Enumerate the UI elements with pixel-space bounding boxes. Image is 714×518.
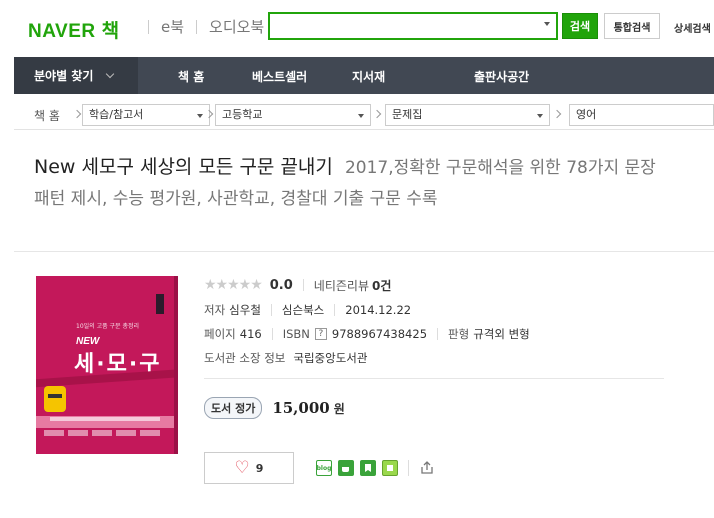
- category-bar: 분야별 찾기 책 홈 베스트셀러 지서재 출판사공간: [14, 57, 714, 94]
- price-value: 15,000: [272, 399, 330, 417]
- breadcrumb-select-type[interactable]: 문제집: [385, 104, 550, 126]
- top-nav: e북 오디오북: [136, 16, 264, 37]
- chevron-right-icon: [72, 109, 82, 119]
- price-unit: 원: [333, 401, 345, 416]
- rating-score: 0.0: [269, 277, 293, 293]
- breadcrumb-select-subject[interactable]: 영어: [569, 104, 714, 126]
- share-bar: blog: [316, 460, 435, 476]
- publish-date: 2014.12.22: [345, 303, 412, 317]
- price-label-badge: 도서 정가: [204, 397, 263, 419]
- heart-icon: ♡: [234, 458, 250, 478]
- library-label: 도서관 소장 정보: [204, 351, 286, 365]
- cover-icons: [44, 430, 168, 438]
- logo-naver-text[interactable]: NAVER: [28, 21, 96, 43]
- publisher-link[interactable]: 심슨북스: [282, 302, 324, 318]
- book-title: New 세모구 세상의 모든 구문 끝내기 2017,정확한 구문해석을 위한 …: [34, 152, 674, 214]
- library-link[interactable]: 국립중앙도서관: [293, 350, 367, 366]
- review-label[interactable]: 네티즌리뷰: [314, 277, 369, 294]
- blog-share-icon[interactable]: blog: [316, 460, 332, 476]
- detail-search-link[interactable]: 상세검색: [674, 20, 711, 35]
- chevron-down-icon[interactable]: [544, 22, 550, 26]
- nav-audiobook[interactable]: 오디오북: [209, 16, 264, 37]
- breadcrumb-select-label: 학습/참고서: [89, 108, 144, 121]
- like-count: 9: [255, 461, 264, 475]
- chevron-right-icon: [372, 109, 382, 119]
- tab-publisher[interactable]: 출판사공간: [474, 68, 529, 85]
- chevron-right-icon: [552, 109, 562, 119]
- bookmark-share-icon[interactable]: [360, 460, 376, 476]
- tab-library[interactable]: 지서재: [352, 68, 385, 85]
- rating-row: ★★★★★ 0.0 네티즌리뷰 0건: [204, 276, 664, 294]
- memo-share-icon[interactable]: [382, 460, 398, 476]
- pages-label: 페이지: [204, 327, 236, 341]
- naver-book-logo[interactable]: NAVER 책: [28, 16, 119, 43]
- header: NAVER 책 e북 오디오북 검색 통합검색 상세검색: [0, 0, 714, 56]
- cover-character-icon: [44, 386, 66, 412]
- help-icon[interactable]: ?: [314, 328, 327, 340]
- star-rating-icon: ★★★★★: [204, 277, 263, 293]
- tab-book-home[interactable]: 책 홈: [178, 68, 204, 85]
- author-link[interactable]: 심우철: [229, 302, 261, 318]
- divider: [302, 279, 304, 291]
- meta-row: 페이지 416 ISBN ? 9788967438425 판형 규격외 변형: [204, 326, 664, 342]
- section-divider: [14, 251, 714, 252]
- logo-book-text[interactable]: 책: [102, 16, 119, 43]
- review-count[interactable]: 0건: [372, 277, 391, 294]
- isbn-label: ISBN: [282, 327, 310, 341]
- category-finder-button[interactable]: 분야별 찾기: [14, 57, 138, 94]
- author-label: 저자: [204, 303, 226, 317]
- divider: [408, 460, 409, 476]
- search-button[interactable]: 검색: [562, 13, 598, 39]
- chevron-down-icon: [106, 69, 115, 79]
- like-button[interactable]: ♡ 9: [204, 452, 294, 484]
- divider: [271, 328, 273, 340]
- pages-value: 416: [239, 327, 262, 341]
- tab-bestseller[interactable]: 베스트셀러: [252, 68, 307, 85]
- divider: [270, 304, 272, 316]
- cover-top-text: 10일의 고품 구문 총정리: [76, 323, 140, 330]
- breadcrumb: 책 홈 학습/참고서 고등학교 문제집 영어: [14, 100, 714, 130]
- breadcrumb-select-school[interactable]: 고등학교: [215, 104, 371, 126]
- info-divider: [204, 378, 664, 379]
- cafe-share-icon[interactable]: [338, 460, 354, 476]
- search-input[interactable]: [270, 14, 530, 38]
- isbn-value: 9788967438425: [331, 327, 428, 341]
- book-info: ★★★★★ 0.0 네티즌리뷰 0건 저자 심우철 심슨북스 2014.12.2…: [204, 276, 664, 484]
- cover-spine-mark: [156, 294, 164, 314]
- breadcrumb-select-label: 고등학교: [222, 108, 263, 121]
- format-label: 판형: [448, 327, 470, 341]
- library-row: 도서관 소장 정보 국립중앙도서관: [204, 350, 664, 366]
- breadcrumb-select-label: 문제집: [392, 108, 423, 121]
- cover-band-text: [50, 417, 160, 421]
- breadcrumb-home[interactable]: 책 홈: [34, 107, 60, 124]
- category-finder-label: 분야별 찾기: [34, 69, 94, 83]
- nav-divider: [148, 19, 149, 34]
- total-search-button[interactable]: 통합검색: [604, 13, 660, 39]
- book-cover-image[interactable]: 10일의 고품 구문 총정리 NEW 세·모·구: [36, 276, 178, 454]
- book-title-main: New 세모구 세상의 모든 구문 끝내기: [34, 156, 333, 178]
- author-row: 저자 심우철 심슨북스 2014.12.22: [204, 302, 664, 318]
- divider: [437, 328, 439, 340]
- divider: [334, 304, 336, 316]
- chevron-down-icon: [358, 114, 364, 118]
- search-box[interactable]: [268, 12, 558, 40]
- breadcrumb-select-label: 영어: [576, 108, 597, 121]
- nav-divider: [196, 19, 198, 34]
- share-icon[interactable]: [419, 460, 435, 476]
- format-value: 규격외 변형: [473, 327, 530, 341]
- chevron-down-icon: [197, 114, 203, 118]
- chevron-down-icon: [537, 114, 543, 118]
- price-row: 도서 정가 15,000 원: [204, 397, 345, 419]
- nav-ebook[interactable]: e북: [161, 16, 184, 37]
- breadcrumb-select-category[interactable]: 학습/참고서: [82, 104, 210, 126]
